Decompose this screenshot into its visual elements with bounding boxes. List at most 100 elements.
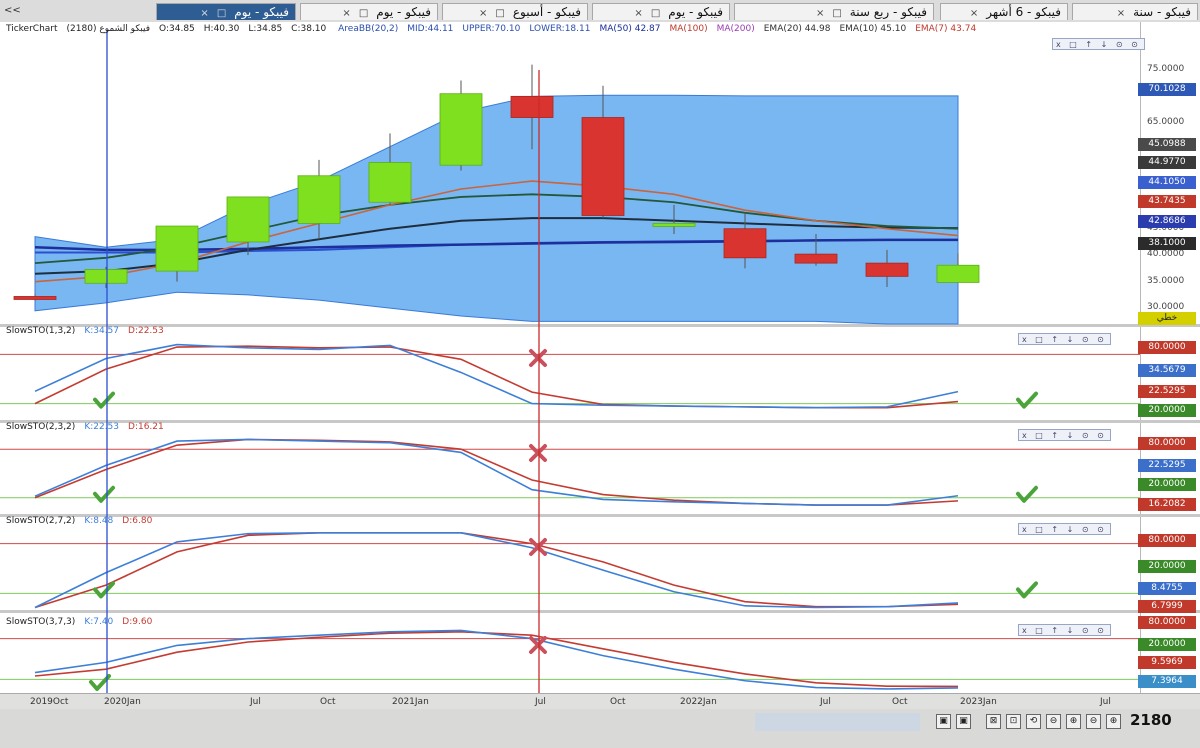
- bullish-candle: [936, 264, 980, 283]
- sto-badge: 8.4755: [1138, 582, 1196, 595]
- indicator-label[interactable]: MA(100): [670, 24, 708, 34]
- bearish-candle: [794, 253, 838, 264]
- bullish-candle: [297, 175, 341, 224]
- stochastic-d-line: [34, 345, 959, 409]
- price-badge: 43.7435: [1138, 195, 1196, 208]
- check-marker: [89, 674, 111, 691]
- cross-marker: [529, 349, 547, 367]
- time-axis-label: 2023Jan: [960, 697, 997, 707]
- indicator-label[interactable]: EMA(10) 45.10: [839, 24, 906, 34]
- toolbar-button[interactable]: ⊡: [1006, 714, 1021, 729]
- toolbar-button[interactable]: ⊖: [1086, 714, 1101, 729]
- indicator-label[interactable]: AreaBB(20,2): [338, 24, 398, 34]
- low-value: L:34.85: [248, 24, 283, 34]
- sto-title: SlowSTO(3,7,3) K:7.40 D:9.60: [6, 617, 161, 627]
- sto-panel-controls[interactable]: x □ ↑ ↓ ⊙ ⊙: [1018, 429, 1111, 441]
- toolbar-button[interactable]: ⊖: [1046, 714, 1061, 729]
- price-tick-label: 75.0000: [1147, 63, 1185, 74]
- indicator-label[interactable]: MA(200): [717, 24, 755, 34]
- horizontal-scrollbar[interactable]: [755, 713, 920, 731]
- sto-badge: 34.5679: [1138, 364, 1196, 377]
- app-brand: TickerChart: [6, 24, 58, 34]
- bullish-candle: [226, 196, 270, 243]
- price-badge: 42.8686: [1138, 215, 1196, 228]
- sto-name: SlowSTO(1,3,2): [6, 326, 76, 336]
- sto-d-value: D:9.60: [122, 617, 153, 627]
- toolbar-button[interactable]: ⊕: [1066, 714, 1081, 729]
- scale-type-badge[interactable]: خطي: [1138, 312, 1196, 325]
- price-badge: 70.1028: [1138, 83, 1196, 96]
- sto-panel-controls[interactable]: x □ ↑ ↓ ⊙ ⊙: [1018, 523, 1111, 535]
- trading-app: فيبكو - سنة× فيبكو - 6 أشهر× فيبكو - ربع…: [0, 0, 1200, 748]
- time-axis[interactable]: [0, 693, 1200, 710]
- toolbar-button[interactable]: ▣: [936, 714, 951, 729]
- sto-title: SlowSTO(2,7,2) K:8.48 D:6.80: [6, 516, 161, 526]
- sto-badge: 6.7999: [1138, 600, 1196, 613]
- toolbar-button[interactable]: ⊕: [1106, 714, 1121, 729]
- sto-badge: 20.0000: [1138, 478, 1196, 491]
- indicator-label[interactable]: EMA(20) 44.98: [764, 24, 831, 34]
- stochastic-d-line: [34, 630, 959, 688]
- indicator-label[interactable]: UPPER:70.10: [462, 24, 520, 34]
- toolbar-button[interactable]: ⟲: [1026, 714, 1041, 729]
- sto-k-value: K:22.53: [84, 422, 120, 432]
- price-badge: 45.0988: [1138, 138, 1196, 151]
- time-axis-label: Jul: [535, 697, 546, 707]
- price-tick-label: 40.0000: [1147, 249, 1185, 260]
- indicator-label[interactable]: MID:44.11: [407, 24, 453, 34]
- price-badge: 44.9770: [1138, 156, 1196, 169]
- time-axis-label: 2021Jan: [392, 697, 429, 707]
- sto-d-value: D:6.80: [122, 516, 153, 526]
- time-axis-label: Oct: [610, 697, 626, 707]
- toolbar-button[interactable]: ▣: [956, 714, 971, 729]
- sto-k-value: K:8.48: [84, 516, 114, 526]
- time-axis-label: 2022Jan: [680, 697, 717, 707]
- sto-badge: 80.0000: [1138, 437, 1196, 450]
- high-value: H:40.30: [203, 24, 240, 34]
- zoom-value[interactable]: 2180: [1130, 711, 1172, 729]
- time-axis-label: Oct: [320, 697, 336, 707]
- bearish-candle: [581, 117, 625, 216]
- sto-k-value: K:34.57: [84, 326, 120, 336]
- sto-name: SlowSTO(2,3,2): [6, 422, 76, 432]
- indicator-label[interactable]: EMA(7) 43.74: [915, 24, 976, 34]
- charts-canvas[interactable]: [0, 0, 1200, 693]
- main-panel-controls[interactable]: x □ ↑ ↓ ⊙ ⊙: [1052, 38, 1145, 50]
- price-badge: 44.1050: [1138, 176, 1196, 189]
- chart-name: (2180) فيبكو الشموع: [66, 24, 151, 34]
- toolbar-button[interactable]: ⊠: [986, 714, 1001, 729]
- sto-panel-controls[interactable]: x □ ↑ ↓ ⊙ ⊙: [1018, 333, 1111, 345]
- bullish-candle: [84, 269, 128, 284]
- sto-badge: 20.0000: [1138, 638, 1196, 651]
- sto-title: SlowSTO(2,3,2) K:22.53 D:16.21: [6, 422, 173, 432]
- sto-d-value: D:22.53: [128, 326, 164, 336]
- check-marker: [1016, 391, 1038, 409]
- price-tick-label: 30.0000: [1147, 302, 1185, 313]
- time-axis-label: Oct: [892, 697, 908, 707]
- sto-badge: 22.5295: [1138, 385, 1196, 398]
- sto-badge: 80.0000: [1138, 341, 1196, 354]
- bearish-candle: [865, 262, 909, 277]
- main-chart-title: TickerChart (2180) فيبكو الشموع O:34.85 H:4…: [6, 24, 994, 34]
- indicator-label[interactable]: MA(50) 42.87: [599, 24, 660, 34]
- sto-badge: 22.5295: [1138, 459, 1196, 472]
- time-axis-label: Jul: [820, 697, 831, 707]
- bullish-candle: [439, 93, 483, 166]
- sto-badge: 20.0000: [1138, 404, 1196, 417]
- check-marker: [1016, 581, 1038, 599]
- sto-badge: 20.0000: [1138, 560, 1196, 573]
- indicator-label[interactable]: LOWER:18.11: [529, 24, 590, 34]
- bullish-candle: [155, 225, 199, 272]
- bullish-candle: [368, 162, 412, 203]
- sto-panel-controls[interactable]: x □ ↑ ↓ ⊙ ⊙: [1018, 624, 1111, 636]
- price-tick-label: 35.0000: [1147, 275, 1185, 286]
- sto-title: SlowSTO(1,3,2) K:34.57 D:22.53: [6, 326, 173, 336]
- cross-marker: [529, 444, 547, 462]
- bearish-candle: [510, 95, 554, 118]
- close-value: C:38.10: [291, 24, 327, 34]
- time-axis-label: Jul: [1100, 697, 1111, 707]
- indicator-legend: AreaBB(20,2) MID:44.11 UPPER:70.10 LOWER:18…: [338, 24, 985, 34]
- sto-badge: 80.0000: [1138, 616, 1196, 629]
- sto-name: SlowSTO(2,7,2): [6, 516, 76, 526]
- time-axis-label: 2020Jan: [104, 697, 141, 707]
